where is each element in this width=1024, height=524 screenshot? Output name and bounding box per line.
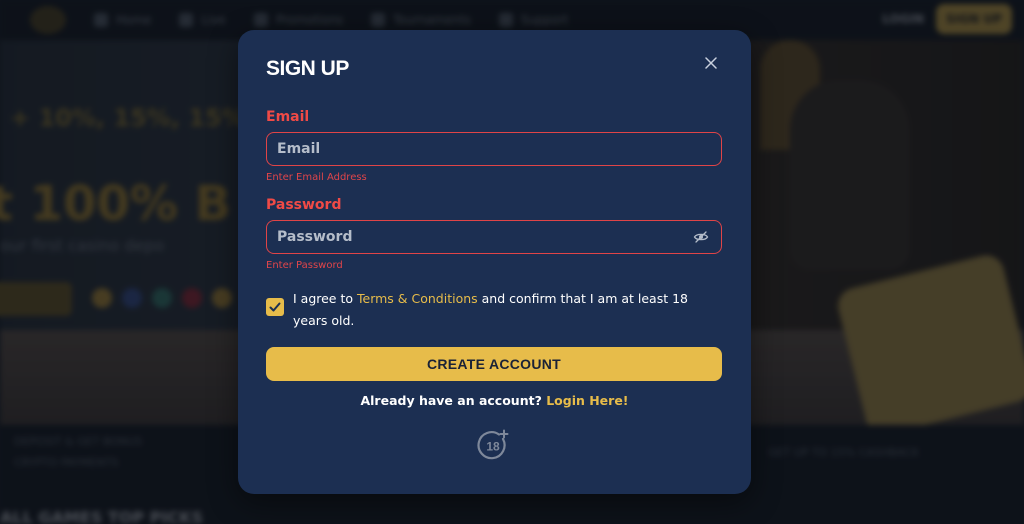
- email-field[interactable]: [267, 133, 721, 165]
- svg-text:18: 18: [486, 440, 500, 454]
- signup-modal: SIGN UP Email Enter Email Address Passwo…: [238, 30, 751, 494]
- email-error: Enter Email Address: [266, 172, 367, 183]
- password-label: Password: [266, 197, 342, 213]
- close-icon: [705, 57, 717, 69]
- email-field-wrapper: [266, 132, 722, 166]
- terms-checkbox[interactable]: [266, 298, 284, 316]
- login-question: Already have an account?: [360, 393, 542, 408]
- close-button[interactable]: [701, 53, 721, 73]
- modal-title: SIGN UP: [266, 57, 349, 80]
- age-18-plus-icon: 18: [477, 429, 509, 460]
- checkmark-icon: [269, 302, 281, 312]
- login-link[interactable]: Login Here!: [546, 393, 628, 408]
- password-field-wrapper: [266, 220, 722, 254]
- terms-text: I agree to Terms & Conditions and confir…: [293, 288, 703, 332]
- terms-link[interactable]: Terms & Conditions: [357, 291, 478, 306]
- terms-prefix: I agree to: [293, 291, 357, 306]
- password-error: Enter Password: [266, 260, 343, 271]
- password-field[interactable]: [267, 221, 721, 253]
- email-label: Email: [266, 109, 310, 125]
- login-prompt: Already have an account? Login Here!: [238, 393, 751, 408]
- eye-slash-icon[interactable]: [693, 229, 709, 245]
- create-account-button[interactable]: CREATE ACCOUNT: [266, 347, 722, 381]
